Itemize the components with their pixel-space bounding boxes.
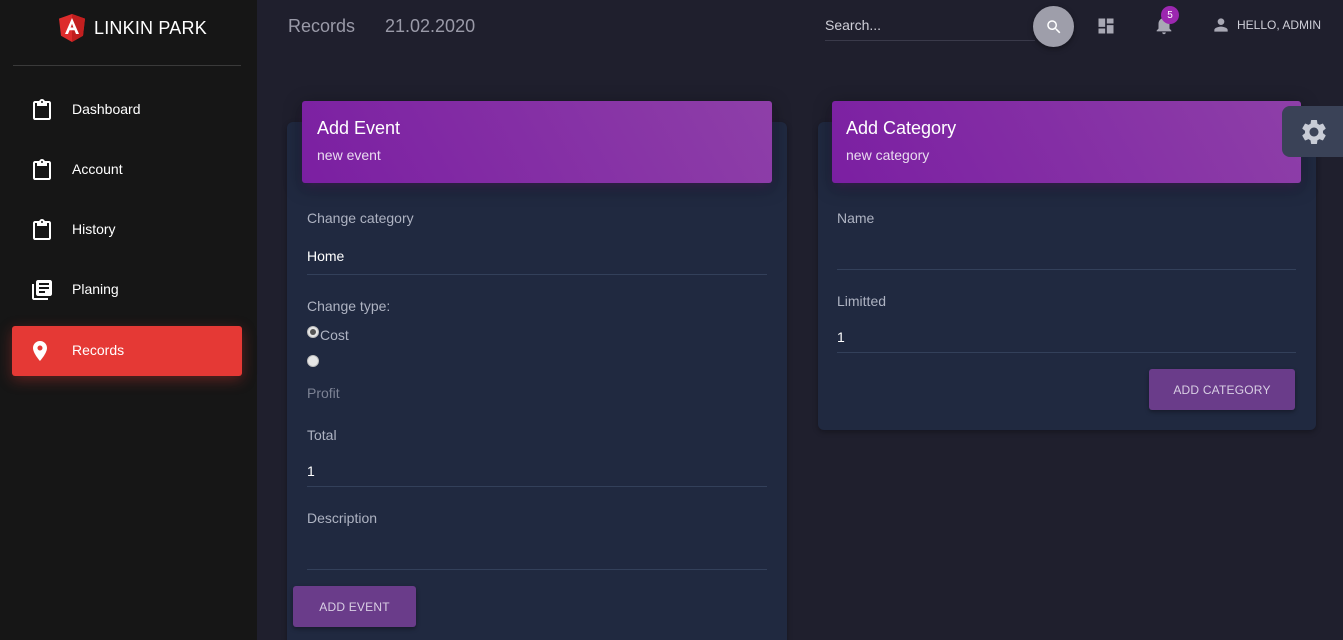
sidebar-item-label: Records bbox=[72, 342, 125, 358]
category-select[interactable]: Home bbox=[307, 248, 344, 264]
add-event-subtitle: new event bbox=[317, 147, 381, 163]
add-category-subtitle: new category bbox=[846, 147, 930, 163]
person-icon bbox=[1214, 18, 1228, 32]
type-label: Change type: bbox=[307, 298, 391, 314]
clipboard-icon bbox=[33, 219, 51, 240]
sidebar: LINKIN PARK Dashboard Account History Pl… bbox=[0, 0, 257, 640]
clipboard-icon bbox=[33, 99, 51, 120]
add-category-title: Add Category bbox=[846, 118, 957, 138]
brand-divider bbox=[13, 65, 241, 66]
limit-input[interactable]: 1 bbox=[837, 329, 845, 345]
sidebar-item-records[interactable]: Records bbox=[12, 326, 242, 376]
type-option-cost-label: Cost bbox=[320, 327, 349, 343]
dashboard-icon[interactable] bbox=[1096, 16, 1116, 36]
library-books-icon bbox=[32, 280, 52, 300]
add-event-card bbox=[287, 122, 787, 640]
settings-toggle[interactable] bbox=[1282, 106, 1343, 157]
add-event-button[interactable]: ADD EVENT bbox=[293, 586, 416, 627]
sidebar-item-label: Account bbox=[72, 161, 123, 177]
sidebar-item-dashboard[interactable]: Dashboard bbox=[12, 85, 242, 135]
sidebar-item-label: Planing bbox=[72, 281, 119, 297]
sidebar-item-account[interactable]: Account bbox=[12, 145, 242, 195]
limit-label: Limitted bbox=[837, 293, 887, 309]
add-event-title: Add Event bbox=[317, 118, 401, 138]
name-label: Name bbox=[837, 210, 875, 226]
sidebar-item-planing[interactable]: Planing bbox=[12, 265, 242, 315]
page-title: Records bbox=[288, 16, 356, 36]
limit-underline bbox=[837, 352, 1296, 353]
sidebar-item-history[interactable]: History bbox=[12, 205, 242, 255]
total-input[interactable]: 1 bbox=[307, 463, 315, 479]
name-underline bbox=[837, 269, 1296, 270]
total-label: Total bbox=[307, 427, 337, 443]
category-underline bbox=[307, 274, 767, 275]
add-category-card-header: Add Category new category bbox=[832, 101, 1301, 183]
brand-name: LINKIN PARK bbox=[94, 17, 207, 38]
current-date: 21.02.2020 bbox=[385, 16, 476, 36]
angular-logo-icon bbox=[59, 14, 85, 42]
total-underline bbox=[307, 486, 767, 487]
search-input[interactable] bbox=[825, 13, 1035, 41]
type-radio-profit[interactable] bbox=[307, 355, 319, 367]
category-label: Change category bbox=[307, 210, 414, 226]
clipboard-icon bbox=[33, 159, 51, 180]
sidebar-item-label: History bbox=[72, 221, 116, 237]
description-underline bbox=[307, 569, 767, 570]
notification-count-badge: 5 bbox=[1161, 6, 1179, 24]
search-button[interactable] bbox=[1033, 6, 1074, 47]
brand[interactable]: LINKIN PARK bbox=[59, 14, 207, 42]
type-radio-cost[interactable] bbox=[307, 326, 319, 338]
search-icon bbox=[1046, 19, 1060, 33]
user-menu[interactable]: HELLO, ADMIN bbox=[1211, 15, 1321, 35]
type-option-profit-label: Profit bbox=[307, 385, 340, 401]
add-category-button[interactable]: ADD CATEGORY bbox=[1149, 369, 1295, 410]
gear-icon bbox=[1302, 119, 1326, 144]
location-pin-icon bbox=[33, 341, 47, 361]
user-greeting: HELLO, ADMIN bbox=[1237, 18, 1322, 32]
add-event-card-header: Add Event new event bbox=[302, 101, 772, 183]
description-label: Description bbox=[307, 510, 378, 526]
sidebar-item-label: Dashboard bbox=[72, 101, 141, 117]
